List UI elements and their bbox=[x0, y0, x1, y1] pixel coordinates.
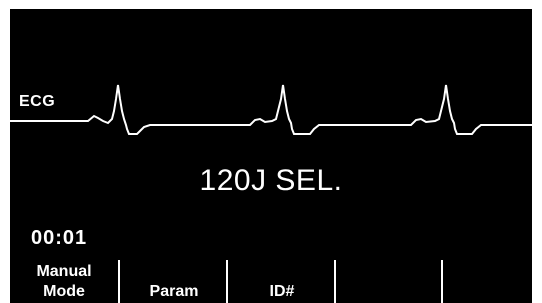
softkey-label: Param bbox=[149, 283, 199, 300]
softkey-label-line1: Manual bbox=[36, 263, 92, 280]
softkey-label-line2: Mode bbox=[43, 283, 85, 300]
softkey-blank-4[interactable] bbox=[336, 260, 444, 303]
ecg-waveform bbox=[10, 84, 532, 135]
softkey-blank-5[interactable] bbox=[443, 260, 532, 303]
softkey-param[interactable]: Param bbox=[120, 260, 228, 303]
monitor-screen: ECG 120J SEL. 00:01 Manual Mode Param ID… bbox=[10, 9, 532, 303]
softkey-bar: Manual Mode Param ID# bbox=[10, 260, 532, 303]
softkey-manual-mode[interactable]: Manual Mode bbox=[10, 260, 118, 303]
softkey-id[interactable]: ID# bbox=[228, 260, 336, 303]
energy-selection-text: 120J SEL. bbox=[199, 164, 343, 197]
elapsed-time: 00:01 bbox=[31, 227, 88, 249]
ecg-lead-label: ECG bbox=[19, 93, 56, 110]
softkey-label: ID# bbox=[269, 283, 295, 300]
